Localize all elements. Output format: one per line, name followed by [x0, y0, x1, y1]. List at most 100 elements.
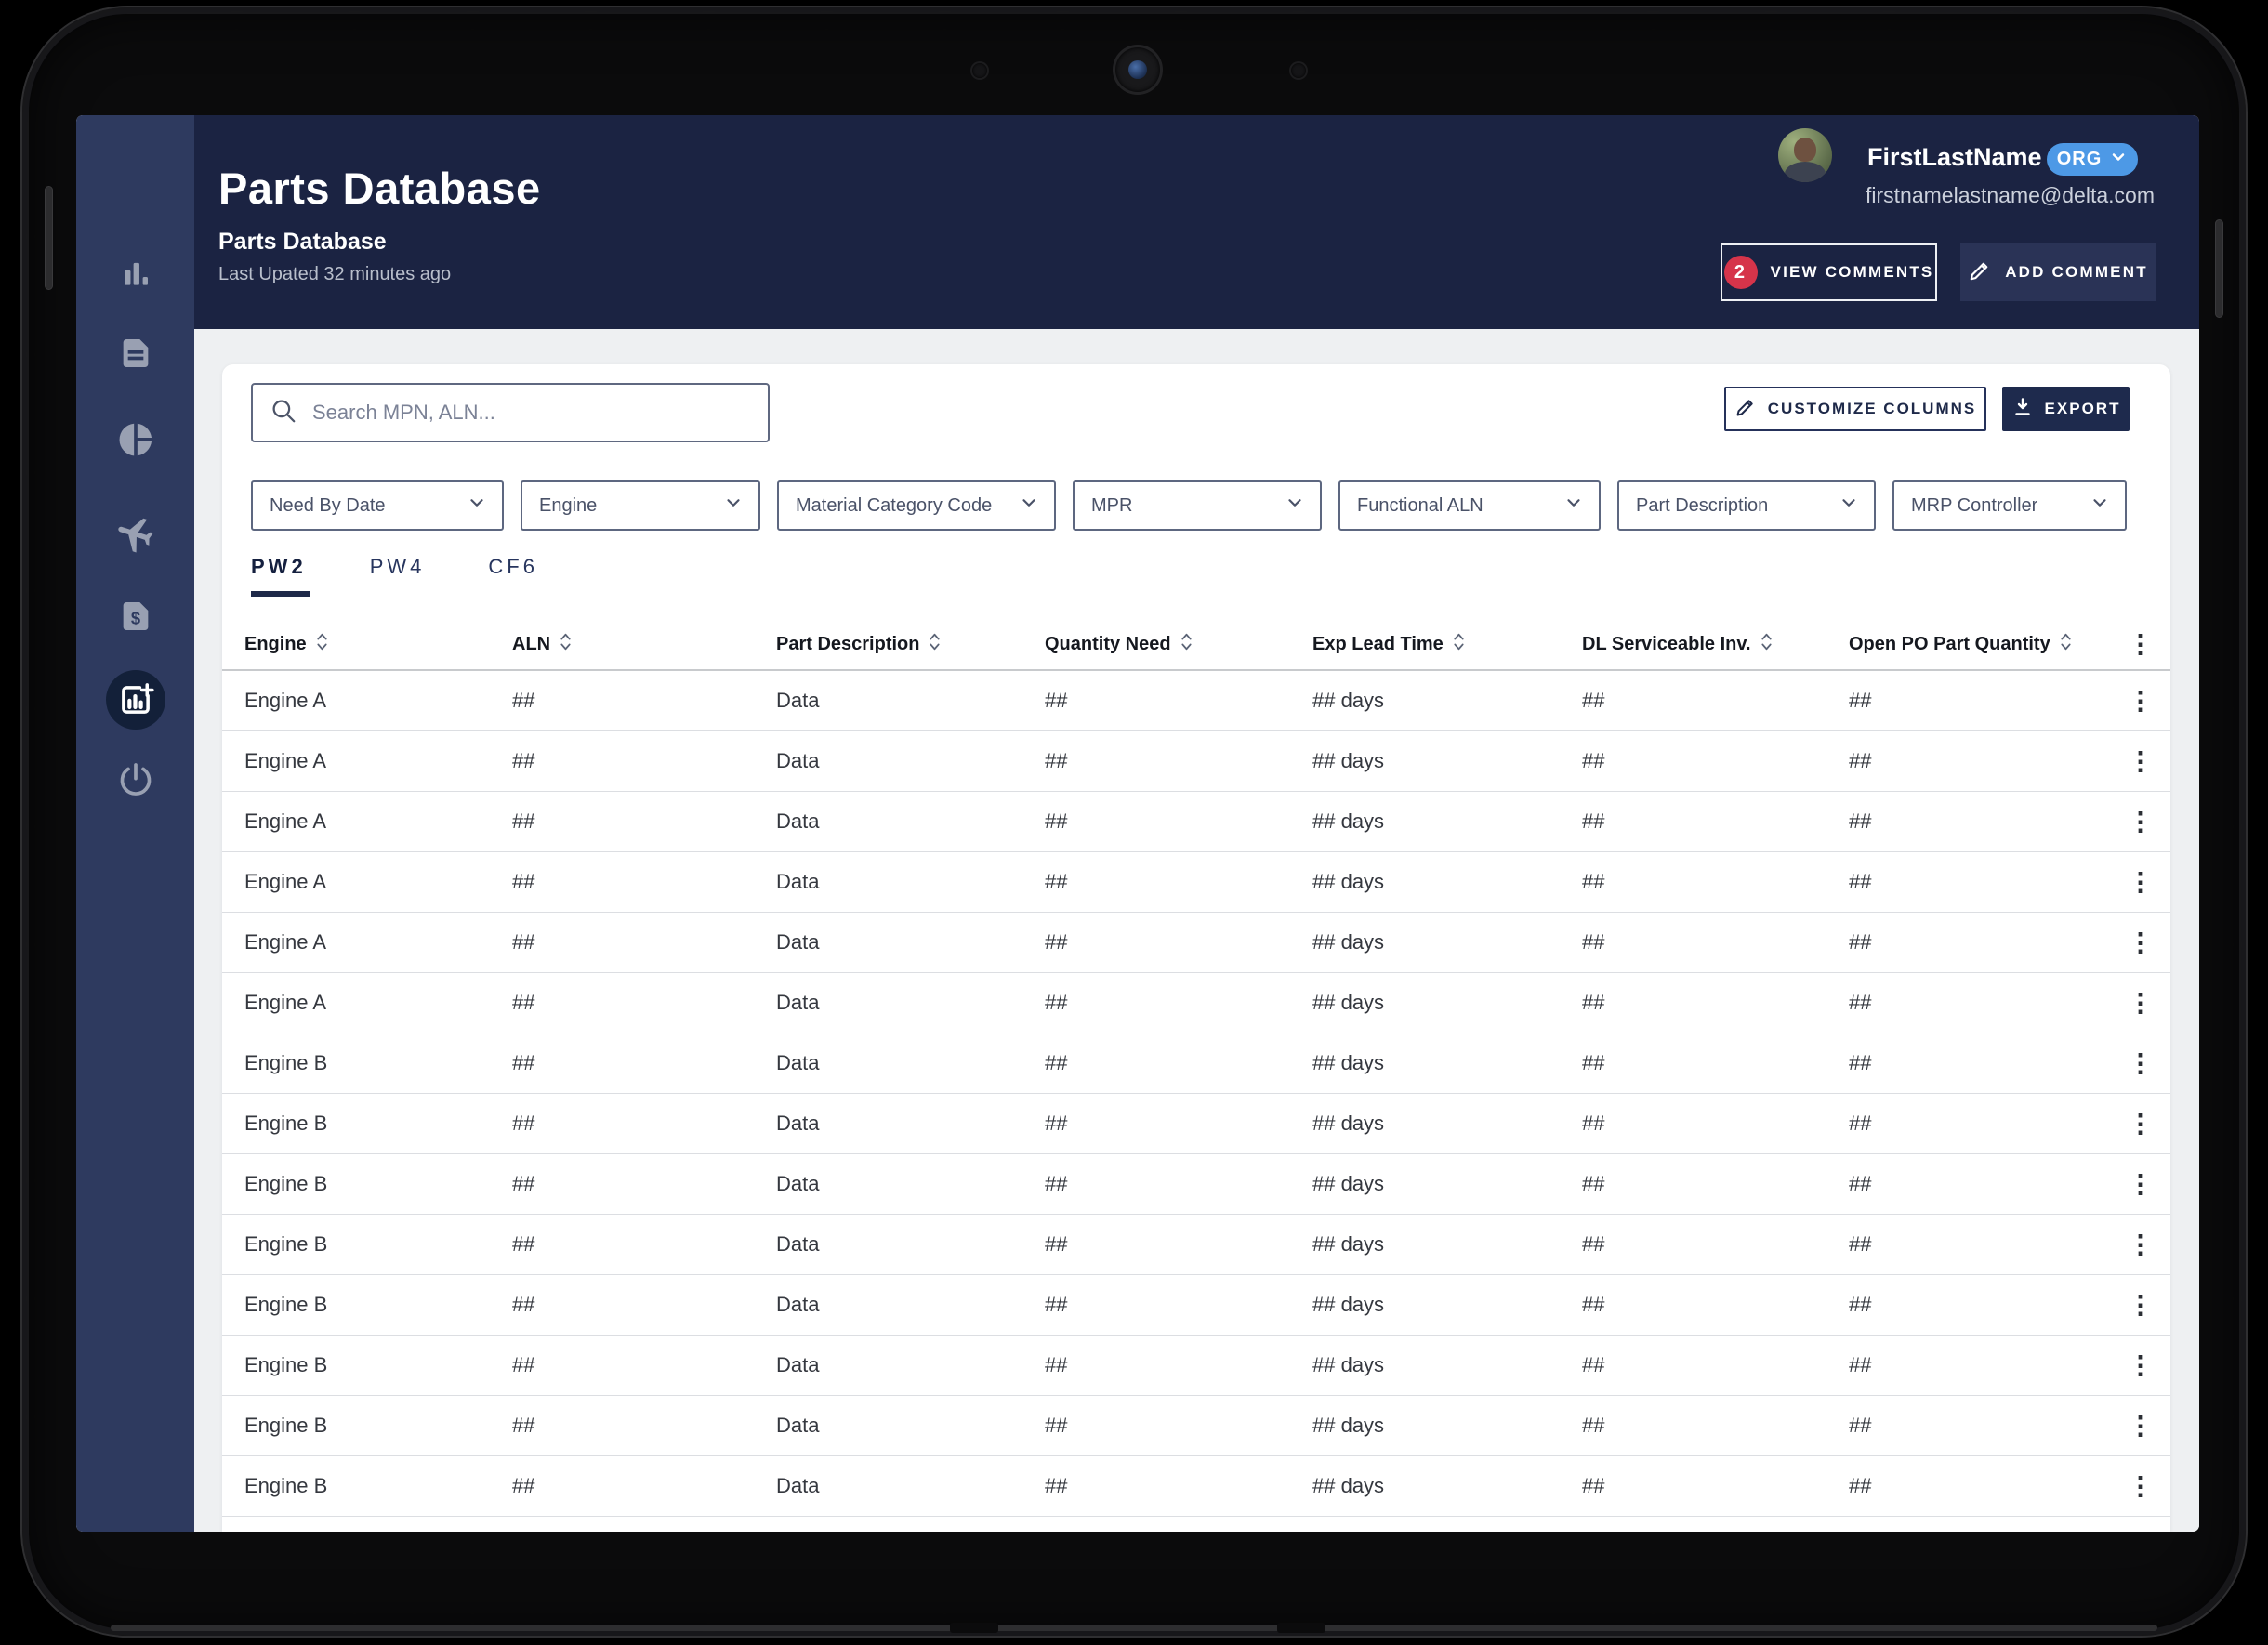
front-camera	[1115, 47, 1160, 92]
row-kebab-menu-icon[interactable]: ⋮	[2124, 748, 2156, 774]
column-header-label: Open PO Part Quantity	[1849, 634, 2050, 654]
column-header-open_po_part_quantity[interactable]: Open PO Part Quantity	[1849, 632, 2124, 657]
row-kebab-menu-icon[interactable]: ⋮	[2124, 1352, 2156, 1378]
cell-part_description: Data	[776, 1474, 820, 1497]
filter-part-description[interactable]: Part Description	[1617, 480, 1876, 531]
filter-material-category-code[interactable]: Material Category Code	[777, 480, 1056, 531]
avatar[interactable]	[1778, 128, 1832, 182]
row-kebab-menu-icon[interactable]: ⋮	[2124, 1473, 2156, 1499]
filter-label: MPR	[1091, 494, 1133, 516]
filter-label: Part Description	[1636, 494, 1769, 516]
cell-dl_serviceable_inv: ##	[1582, 1112, 1605, 1135]
chevron-down-icon	[1563, 493, 1584, 519]
content-area: CUSTOMIZE COLUMNS EXPORT Need By Date Eng…	[194, 329, 2199, 1532]
sidebar-item-reports[interactable]	[113, 417, 158, 462]
table-row: Engine A ## Data ## ## days ## ## ⋮	[222, 731, 2170, 792]
sidebar-item-invoices[interactable]: $	[113, 594, 158, 638]
cell-dl_serviceable_inv: ##	[1582, 689, 1605, 712]
search-box	[251, 383, 770, 442]
user-email: firstnamelastname@delta.com	[1866, 183, 2155, 207]
tablet-frame: $ Parts Database Parts Database Last Upa…	[20, 6, 2248, 1638]
column-header-label: DL Serviceable Inv.	[1582, 634, 1751, 654]
cell-engine: Engine B	[244, 1172, 328, 1195]
cell-part_description: Data	[776, 809, 820, 833]
cell-engine: Engine B	[244, 1232, 328, 1256]
column-header-part_description[interactable]: Part Description	[776, 632, 1045, 657]
filter-mpr[interactable]: MPR	[1073, 480, 1322, 531]
sidebar-item-logout[interactable]	[113, 757, 158, 802]
filter-mrp-controller[interactable]: MRP Controller	[1892, 480, 2127, 531]
cell-part_description: Data	[776, 1414, 820, 1437]
volume-button	[45, 186, 53, 290]
pencil-icon	[1734, 396, 1757, 423]
column-header-quantity_need[interactable]: Quantity Need	[1045, 632, 1312, 657]
cell-aln: ##	[512, 1112, 535, 1135]
cell-dl_serviceable_inv: ##	[1582, 1172, 1605, 1195]
last-updated: Last Upated 32 minutes ago	[218, 264, 452, 284]
cell-open_po_part_quantity: ##	[1849, 1172, 1872, 1195]
table-card: CUSTOMIZE COLUMNS EXPORT Need By Date Eng…	[222, 364, 2170, 1532]
cell-exp_lead_time: ## days	[1312, 1414, 1385, 1437]
filter-need-by-date[interactable]: Need By Date	[251, 480, 504, 531]
cell-engine: Engine B	[244, 1051, 328, 1074]
column-header-engine[interactable]: Engine	[244, 632, 512, 657]
sidebar-item-documents[interactable]	[113, 331, 158, 375]
row-kebab-menu-icon[interactable]: ⋮	[2124, 1292, 2156, 1318]
cell-open_po_part_quantity: ##	[1849, 870, 1872, 893]
sort-icon	[1453, 632, 1465, 657]
export-button[interactable]: EXPORT	[2002, 387, 2130, 431]
add-comment-button[interactable]: ADD COMMENT	[1960, 243, 2156, 301]
sidebar-item-flights[interactable]	[113, 511, 158, 556]
cell-aln: ##	[512, 1353, 535, 1376]
sidebar-item-analytics[interactable]	[113, 251, 158, 296]
row-kebab-menu-icon[interactable]: ⋮	[2124, 990, 2156, 1016]
column-header-dl_serviceable_inv[interactable]: DL Serviceable Inv.	[1582, 632, 1849, 657]
search-input[interactable]	[312, 401, 751, 425]
speaker-notch-right	[1277, 1623, 1325, 1633]
view-comments-label: VIEW COMMENTS	[1770, 263, 1934, 281]
tab-pw4[interactable]: PW4	[370, 555, 426, 597]
row-kebab-menu-icon[interactable]: ⋮	[2124, 869, 2156, 895]
page-subtitle: Parts Database	[218, 229, 387, 255]
cell-aln: ##	[512, 930, 535, 954]
row-kebab-menu-icon[interactable]: ⋮	[2124, 809, 2156, 835]
column-header-aln[interactable]: ALN	[512, 632, 776, 657]
tab-pw2[interactable]: PW2	[251, 555, 310, 597]
column-header-label: Quantity Need	[1045, 634, 1171, 654]
cell-open_po_part_quantity: ##	[1849, 1414, 1872, 1437]
sort-icon	[2060, 632, 2072, 657]
org-badge[interactable]: ORG	[2047, 143, 2138, 176]
parts-table: Engine ALN Part Description Quantity Need Ex…	[222, 620, 2170, 1517]
cell-open_po_part_quantity: ##	[1849, 689, 1872, 712]
view-comments-button[interactable]: 2 VIEW COMMENTS	[1721, 243, 1937, 301]
row-kebab-menu-icon[interactable]: ⋮	[2124, 1050, 2156, 1076]
cell-aln: ##	[512, 1414, 535, 1437]
filter-functional-aln[interactable]: Functional ALN	[1338, 480, 1601, 531]
export-label: EXPORT	[2044, 400, 2121, 417]
row-kebab-menu-icon[interactable]: ⋮	[2124, 688, 2156, 714]
row-kebab-menu-icon[interactable]: ⋮	[2124, 1413, 2156, 1439]
row-kebab-menu-icon[interactable]: ⋮	[2124, 1231, 2156, 1257]
sort-icon	[1180, 632, 1193, 657]
cell-open_po_part_quantity: ##	[1849, 1293, 1872, 1316]
cell-part_description: Data	[776, 991, 820, 1014]
pencil-icon	[1968, 258, 1992, 287]
cell-engine: Engine A	[244, 870, 327, 893]
filter-engine[interactable]: Engine	[521, 480, 760, 531]
cell-engine: Engine B	[244, 1112, 328, 1135]
filter-label: Need By Date	[270, 494, 386, 516]
row-kebab-menu-icon[interactable]: ⋮	[2124, 929, 2156, 955]
cell-part_description: Data	[776, 1353, 820, 1376]
column-header-exp_lead_time[interactable]: Exp Lead Time	[1312, 632, 1582, 657]
sidebar-item-parts-database[interactable]	[105, 670, 165, 730]
cell-quantity_need: ##	[1045, 689, 1068, 712]
row-kebab-menu-icon[interactable]: ⋮	[2124, 1111, 2156, 1137]
row-kebab-menu-icon[interactable]: ⋮	[2124, 1171, 2156, 1197]
cell-dl_serviceable_inv: ##	[1582, 1293, 1605, 1316]
tab-cf6[interactable]: CF6	[488, 555, 538, 597]
cell-quantity_need: ##	[1045, 1112, 1068, 1135]
cell-quantity_need: ##	[1045, 1051, 1068, 1074]
customize-columns-button[interactable]: CUSTOMIZE COLUMNS	[1724, 387, 1986, 431]
header-kebab-menu-icon[interactable]: ⋮	[2124, 632, 2156, 657]
cell-part_description: Data	[776, 870, 820, 893]
